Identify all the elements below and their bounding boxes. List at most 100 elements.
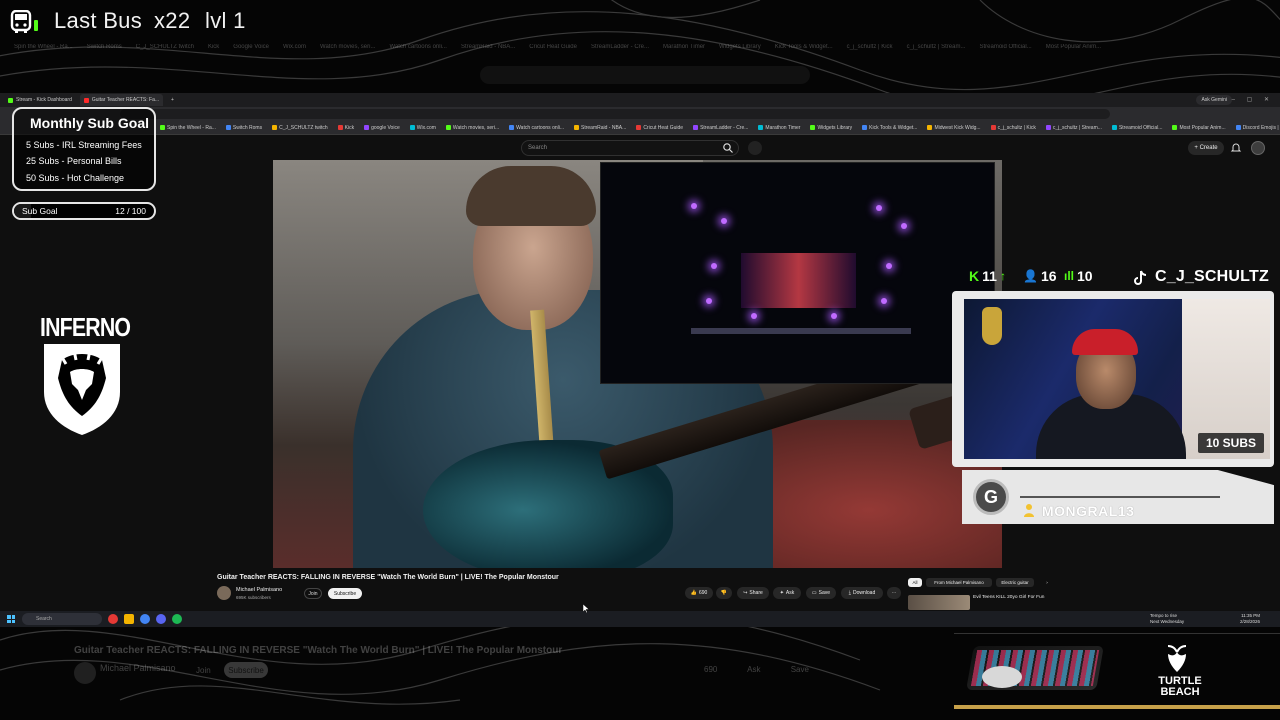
bell-icon[interactable]	[1230, 142, 1242, 154]
more-actions-button[interactable]: ⋯	[887, 587, 901, 599]
bookmark-item[interactable]: StreamRaid - NBA...	[574, 125, 626, 131]
bookmark-item[interactable]: Midwest Kick Widg...	[927, 124, 981, 131]
bookmark-item[interactable]: c_j_schultz | Kick	[990, 125, 1036, 131]
stage-light	[711, 263, 717, 269]
folder-icon[interactable]	[124, 614, 134, 624]
channel-name[interactable]: Michael Palmisano	[236, 587, 282, 593]
bookmark-item[interactable]: Streamoid Official...	[1111, 124, 1162, 131]
chrome-icon[interactable]	[140, 614, 150, 624]
bookmark-item[interactable]: Kick Tools & Widget...	[862, 125, 917, 131]
stage-light	[831, 313, 837, 319]
ask-label: Ask	[785, 590, 795, 596]
bookmark-label: Widgets Library	[817, 124, 853, 131]
taskbar-search[interactable]: Search	[22, 613, 102, 625]
bookmark-item[interactable]: google Voice	[364, 125, 400, 131]
app-icon[interactable]	[108, 614, 118, 624]
inferno-logo-text: INFERNO	[40, 312, 131, 342]
like-button[interactable]: 👍 690	[685, 587, 713, 599]
ghost-bookmark-item: Watch movies, seri...	[320, 44, 376, 50]
bookmark-item[interactable]: Watch cartoons onli...	[509, 125, 564, 131]
stage-light	[881, 298, 887, 304]
kick-followers: 11	[982, 268, 997, 284]
tab-kick-dashboard[interactable]: Stream - Kick Dashboard	[4, 94, 76, 106]
chip-next-icon[interactable]: ›	[1040, 578, 1054, 587]
download-icon: ⤓	[848, 590, 851, 596]
ask-gemini-button[interactable]: Ask Gemini	[1196, 95, 1232, 105]
bookmark-label: StreamRaid - NBA...	[581, 124, 627, 131]
search-icon[interactable]	[722, 142, 734, 154]
bookmark-item[interactable]: Marathon Timer	[758, 125, 800, 131]
share-button[interactable]: ↪ Share	[737, 587, 769, 599]
ghost-subscribe: Subscribe	[224, 662, 268, 678]
ghost-bookmark-item: Wix.com	[283, 44, 306, 50]
bookmark-item[interactable]: c_j_schultz | Stream...	[1045, 125, 1102, 131]
save-button[interactable]: ▭ Save	[806, 587, 836, 599]
channel-subscribers: 695K subscribers	[236, 595, 271, 600]
download-button[interactable]: ⤓ Download	[841, 587, 883, 599]
bookmark-label: Wix.com	[416, 124, 436, 131]
spotify-icon[interactable]	[172, 614, 182, 624]
account-avatar[interactable]	[1251, 141, 1265, 155]
bookmark-label: Kick	[344, 124, 355, 131]
mouse-image	[982, 666, 1022, 688]
create-label: Create	[1199, 145, 1218, 151]
bookmark-item[interactable]: Wix.com	[409, 124, 436, 131]
address-bar	[0, 107, 1280, 121]
create-button[interactable]: + Create	[1188, 141, 1224, 155]
join-button[interactable]: Join	[304, 588, 322, 599]
bookmark-label: Most Popular Anim...	[1179, 124, 1226, 131]
new-tab-button[interactable]: +	[167, 94, 178, 106]
windows-taskbar: Search Tempo to rise Next Wednesday 11:3…	[0, 611, 1280, 627]
channel-avatar[interactable]	[217, 586, 231, 600]
bookmark-item[interactable]: Switch Roms	[225, 125, 262, 131]
ghost-search-bar	[480, 66, 810, 84]
subs-counter: 10 SUBS	[1197, 433, 1264, 453]
level-label: lvl 1	[205, 8, 246, 33]
bookmark-item[interactable]: Kick	[337, 124, 355, 131]
user-icon: 👤	[1023, 269, 1038, 283]
bookmark-favicon-icon	[927, 124, 933, 130]
window-controls[interactable]: – ▢ ✕	[1232, 96, 1274, 103]
ghost-video-info: Guitar Teacher REACTS: FALLING IN REVERS…	[74, 645, 809, 684]
bookmark-item[interactable]: C_J_SCHULTZ twitch	[272, 125, 328, 131]
share-label: Share	[749, 590, 763, 596]
stage-light	[886, 263, 892, 269]
bookmark-label: Watch movies, seri...	[452, 124, 500, 131]
goal-line: 25 Subs - Personal Bills	[26, 156, 122, 166]
microphone-icon[interactable]	[748, 141, 762, 155]
stage-light	[901, 223, 907, 229]
subscribe-button[interactable]: Subscribe	[328, 588, 362, 599]
bookmark-item[interactable]: StreamLadder - Cre...	[693, 125, 748, 131]
dislike-button[interactable]: 👎	[716, 587, 732, 599]
discord-icon[interactable]	[156, 614, 166, 624]
goal-line: 5 Subs - IRL Streaming Fees	[26, 140, 142, 150]
clock[interactable]: 11:35 PM 2/28/2026	[1240, 613, 1260, 625]
bookmark-item[interactable]: Watch movies, seri...	[445, 124, 500, 131]
chip-electric-guitar[interactable]: Electric guitar	[996, 578, 1034, 587]
bookmark-favicon-icon	[445, 124, 451, 130]
url-field[interactable]	[120, 109, 1110, 119]
youtube-search-input[interactable]: Search	[521, 140, 739, 156]
tab-label: Stream - Kick Dashboard	[16, 97, 72, 103]
chip-from-channel[interactable]: From Michael Palmisano	[926, 578, 992, 587]
ask-button[interactable]: ✦ Ask	[773, 587, 801, 599]
tab-youtube-video[interactable]: Guitar Teacher REACTS: Fa...	[79, 94, 164, 106]
ghost-bookmark-item: Kick	[207, 44, 220, 50]
gold-badge-icon	[982, 307, 1002, 345]
bookmark-item[interactable]: Cricut Heat Guide	[636, 125, 683, 131]
bookmark-item[interactable]: Discord Emojis | Dis...	[1235, 125, 1280, 131]
teacher-hair	[466, 166, 596, 226]
bookmark-item[interactable]: Spin the Wheel - Ra...	[160, 125, 216, 131]
bookmark-favicon-icon	[1111, 124, 1117, 130]
bookmark-item[interactable]: Widgets Library	[810, 125, 852, 131]
recommended-title[interactable]: Evil Teens KILL 20yo Girl For Fun	[973, 595, 1045, 601]
bar-chart-icon: ıll	[1064, 269, 1075, 283]
windows-start-icon[interactable]	[7, 615, 15, 623]
video-player[interactable]	[273, 160, 1002, 568]
chip-all[interactable]: All	[908, 578, 922, 587]
weather-widget[interactable]: Tempo to rise Next Wednesday	[1150, 613, 1184, 625]
up-arrow-icon: ↑	[999, 269, 1006, 283]
bookmark-favicon-icon	[574, 124, 580, 130]
bookmark-item[interactable]: Most Popular Anim...	[1172, 124, 1226, 131]
recommended-thumbnail[interactable]	[908, 595, 970, 610]
